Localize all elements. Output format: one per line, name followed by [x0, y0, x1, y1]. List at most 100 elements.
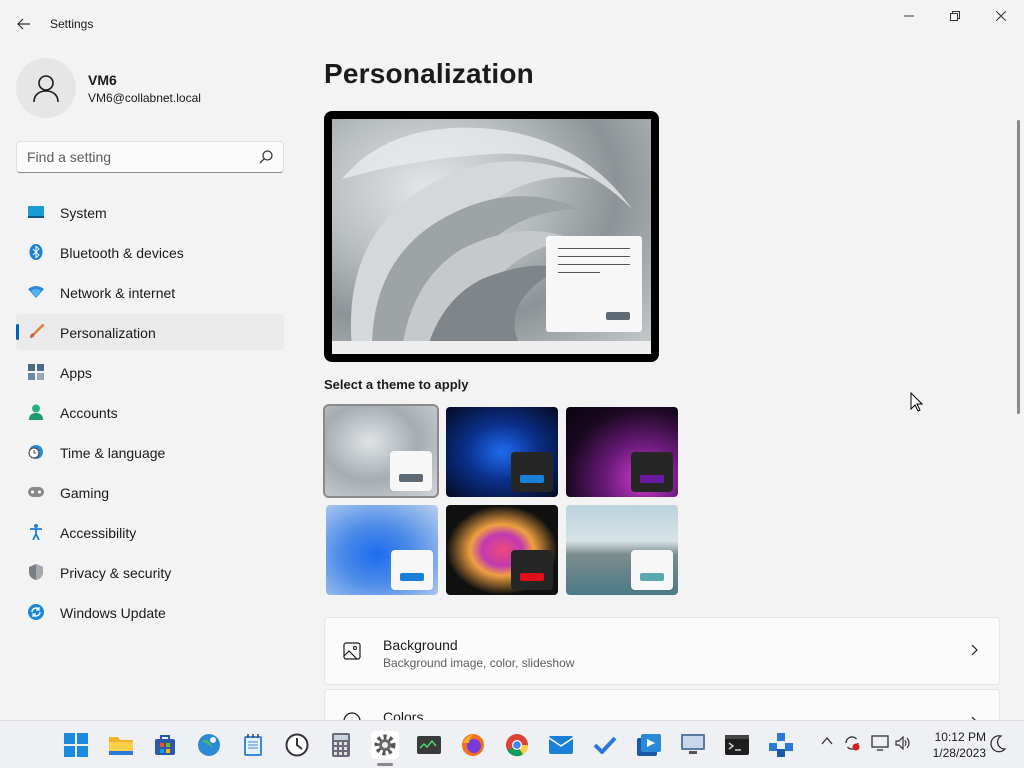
close-button[interactable]	[978, 0, 1024, 32]
notepad-icon	[244, 734, 262, 756]
calculator-button[interactable]	[327, 731, 355, 759]
clock-globe-icon	[28, 444, 44, 460]
user-profile[interactable]: VM6 VM6@collabnet.local	[16, 56, 286, 118]
theme-windows-light[interactable]	[323, 404, 439, 498]
search-box[interactable]	[16, 141, 284, 173]
mail-button[interactable]	[547, 731, 575, 759]
preview-accent-button	[606, 312, 630, 320]
sidebar-item-apps[interactable]: Apps	[16, 354, 284, 390]
task-manager-icon	[417, 736, 441, 754]
microsoft-store-button[interactable]	[151, 731, 179, 759]
sidebar-item-label: Accounts	[60, 405, 118, 421]
sidebar-item-label: Personalization	[60, 325, 156, 341]
sidebar-nav: System Bluetooth & devices Network & int…	[16, 194, 284, 634]
system-clock[interactable]: 10:12 PM 1/28/2023	[920, 729, 986, 761]
picture-icon	[343, 642, 361, 660]
sidebar-item-system[interactable]: System	[16, 194, 284, 230]
preview-line	[558, 272, 600, 273]
theme-window-swatch	[511, 452, 553, 492]
file-explorer-button[interactable]	[107, 731, 135, 759]
remote-desktop-button[interactable]	[679, 731, 707, 759]
minimize-button[interactable]	[886, 0, 932, 32]
mouse-cursor-icon	[910, 392, 923, 412]
brush-icon	[28, 324, 44, 340]
volume-icon[interactable]	[895, 736, 911, 750]
sidebar-item-network[interactable]: Network & internet	[16, 274, 284, 310]
network-status-icon[interactable]	[871, 735, 889, 751]
sidebar-item-label: Accessibility	[60, 525, 137, 541]
theme-accent-swatch	[640, 475, 664, 483]
mail-icon	[549, 736, 573, 754]
theme-windows-dark[interactable]	[446, 407, 558, 497]
monitor-icon	[681, 734, 705, 754]
firefox-button[interactable]	[459, 731, 487, 759]
shield-icon	[28, 564, 44, 580]
sidebar-item-privacy-security[interactable]: Privacy & security	[16, 554, 284, 590]
checkmark-icon	[593, 736, 617, 754]
settings-button[interactable]	[371, 731, 399, 759]
sidebar-item-label: Bluetooth & devices	[60, 245, 184, 261]
notification-moon-icon[interactable]	[990, 735, 1006, 753]
card-title: Background	[383, 637, 458, 653]
gamepad-icon	[28, 484, 44, 500]
sidebar-item-accessibility[interactable]: Accessibility	[16, 514, 284, 550]
theme-accent-swatch	[520, 475, 544, 483]
sidebar-item-label: Windows Update	[60, 605, 166, 621]
close-icon	[996, 11, 1006, 21]
sidebar-item-personalization[interactable]: Personalization	[16, 314, 284, 350]
firefox-icon	[462, 734, 484, 756]
preview-taskbar	[332, 341, 651, 354]
sync-icon[interactable]	[843, 734, 861, 752]
task-manager-button[interactable]	[415, 731, 443, 759]
network-icon	[28, 284, 44, 300]
theme-window-swatch	[631, 452, 673, 492]
page-title: Personalization	[324, 58, 534, 89]
theme-glow[interactable]	[566, 407, 678, 497]
theme-window-swatch	[390, 451, 432, 491]
preview-wallpaper	[332, 119, 651, 354]
taskbar: 10:12 PM 1/28/2023	[0, 720, 1024, 768]
terminal-button[interactable]	[723, 731, 751, 759]
theme-window-swatch	[511, 550, 553, 590]
theme-flow[interactable]	[566, 505, 678, 595]
sidebar-item-accounts[interactable]: Accounts	[16, 394, 284, 430]
theme-window-swatch	[391, 550, 433, 590]
network-app-button[interactable]	[767, 731, 795, 759]
sidebar-item-time-language[interactable]: Time & language	[16, 434, 284, 470]
chrome-button[interactable]	[503, 731, 531, 759]
sidebar-item-label: Apps	[60, 365, 92, 381]
search-input[interactable]	[27, 149, 247, 165]
calculator-icon	[332, 733, 350, 757]
alarm-clock-icon	[285, 733, 309, 757]
user-icon	[33, 75, 59, 103]
sidebar-item-label: Privacy & security	[60, 565, 172, 581]
preview-line	[558, 248, 630, 249]
sidebar-item-label: Network & internet	[60, 285, 176, 301]
chevron-right-icon	[971, 644, 978, 656]
media-player-button[interactable]	[635, 731, 663, 759]
search-icon	[259, 150, 273, 164]
chevron-up-icon[interactable]	[821, 736, 833, 746]
sidebar-item-windows-update[interactable]: Windows Update	[16, 594, 284, 630]
clock-app-button[interactable]	[283, 731, 311, 759]
minimize-icon	[904, 15, 914, 17]
background-setting-card[interactable]: Background Background image, color, slid…	[324, 617, 1000, 685]
back-button[interactable]	[8, 8, 40, 40]
sidebar-item-bluetooth[interactable]: Bluetooth & devices	[16, 234, 284, 270]
restore-icon	[950, 11, 960, 21]
notepad-button[interactable]	[239, 731, 267, 759]
theme-windows-bloom-light[interactable]	[326, 505, 438, 595]
scrollbar-thumb[interactable]	[1017, 120, 1020, 414]
todo-button[interactable]	[591, 731, 619, 759]
chrome-icon	[506, 734, 529, 757]
start-button[interactable]	[62, 731, 90, 759]
gear-icon	[374, 734, 396, 756]
user-email: VM6@collabnet.local	[88, 91, 201, 105]
title-bar: Settings	[0, 0, 1024, 48]
maximize-button[interactable]	[932, 0, 978, 32]
theme-captured-motion[interactable]	[446, 505, 558, 595]
sidebar-item-gaming[interactable]: Gaming	[16, 474, 284, 510]
globe-icon	[198, 734, 220, 756]
sidebar-item-label: Gaming	[60, 485, 110, 501]
maps-button[interactable]	[195, 731, 223, 759]
